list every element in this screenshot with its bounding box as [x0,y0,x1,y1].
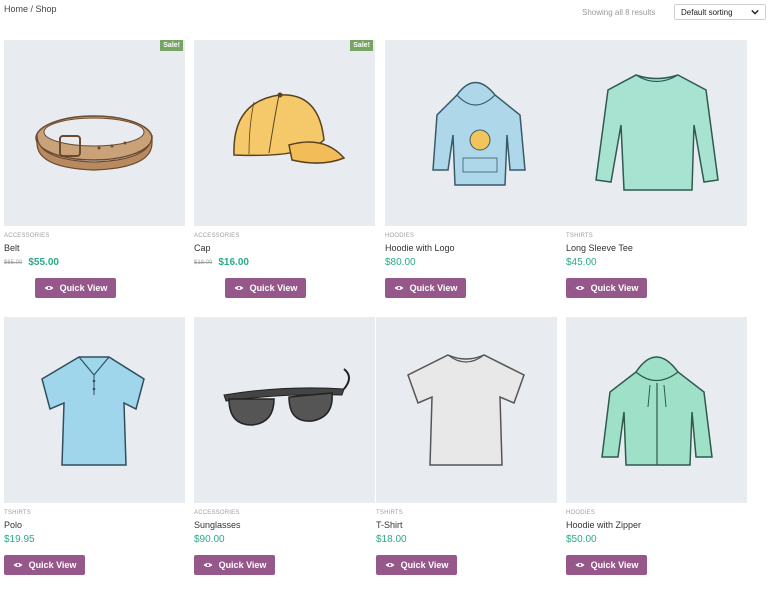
product-category[interactable]: ACCESSORIES [4,233,50,239]
product-price: $80.00 [385,257,416,268]
sunglasses-image [223,368,350,426]
quick-view-label: Quick View [218,560,267,570]
product-category[interactable]: ACCESSORIES [194,510,240,516]
product-image-tshirt[interactable] [376,317,557,503]
product-title[interactable]: T-Shirt [376,520,403,530]
quick-view-button[interactable]: Quick View [376,555,457,575]
product-title[interactable]: Hoodie with Logo [385,243,455,253]
quick-view-label: Quick View [59,283,108,293]
product-title[interactable]: Long Sleeve Tee [566,243,633,253]
product-price: $65.00 $55.00 [4,257,59,268]
quick-view-button[interactable]: Quick View [566,278,647,298]
quick-view-button[interactable]: Quick View [385,278,466,298]
quick-view-button[interactable]: Quick View [566,555,647,575]
eye-icon [385,563,395,567]
old-price: $18.00 [194,260,213,266]
quick-view-label: Quick View [409,283,458,293]
product-title[interactable]: Sunglasses [194,520,241,530]
product-price: $45.00 [566,257,597,268]
quick-view-label: Quick View [400,560,449,570]
hoodie-zipper-image [601,356,713,466]
sale-price: $55.00 [28,257,59,268]
eye-icon [44,286,54,290]
product-title[interactable]: Hoodie with Zipper [566,520,641,530]
quick-view-label: Quick View [590,560,639,570]
belt-image [35,115,153,171]
eye-icon [575,563,585,567]
product-image-cap[interactable]: Sale! [194,40,375,226]
sorting-select[interactable]: Default sorting [674,4,766,20]
polo-image [41,356,145,466]
sale-badge: Sale! [350,40,373,51]
sale-badge: Sale! [160,40,183,51]
product-price: $18.00 [376,534,407,545]
quick-view-label: Quick View [249,283,298,293]
product-image-long-sleeve-tee[interactable] [566,40,747,226]
hoodie-logo-image [432,81,526,186]
quick-view-label: Quick View [28,560,77,570]
product-image-belt[interactable]: Sale! [4,40,185,226]
product-category[interactable]: TSHIRTS [4,510,31,516]
sale-price: $16.00 [218,257,249,268]
quick-view-button[interactable]: Quick View [194,555,275,575]
tshirt-image [407,354,525,466]
product-price: $19.95 [4,534,35,545]
product-category[interactable]: HOODIES [385,233,414,239]
old-price: $65.00 [4,260,23,266]
product-image-polo[interactable] [4,317,185,503]
product-title[interactable]: Cap [194,243,211,253]
cap-image [233,92,346,164]
product-price: $90.00 [194,534,225,545]
eye-icon [234,286,244,290]
eye-icon [575,286,585,290]
product-price: $18.00 $16.00 [194,257,249,268]
quick-view-label: Quick View [590,283,639,293]
long-sleeve-image [595,74,719,191]
breadcrumb: Home / Shop [4,4,57,14]
eye-icon [13,563,23,567]
product-title[interactable]: Polo [4,520,22,530]
quick-view-button[interactable]: Quick View [35,278,116,298]
quick-view-button[interactable]: Quick View [4,555,85,575]
product-category[interactable]: ACCESSORIES [194,233,240,239]
product-title[interactable]: Belt [4,243,20,253]
product-image-hoodie-logo[interactable] [385,40,566,226]
product-price: $50.00 [566,534,597,545]
product-category[interactable]: TSHIRTS [376,510,403,516]
product-image-sunglasses[interactable] [194,317,375,503]
product-image-hoodie-zipper[interactable] [566,317,747,503]
sorting-selected: Default sorting [681,8,733,17]
product-category[interactable]: HOODIES [566,510,595,516]
product-category[interactable]: TSHIRTS [566,233,593,239]
eye-icon [203,563,213,567]
chevron-down-icon [751,9,759,15]
eye-icon [394,286,404,290]
result-count: Showing all 8 results [582,8,656,17]
quick-view-button[interactable]: Quick View [225,278,306,298]
